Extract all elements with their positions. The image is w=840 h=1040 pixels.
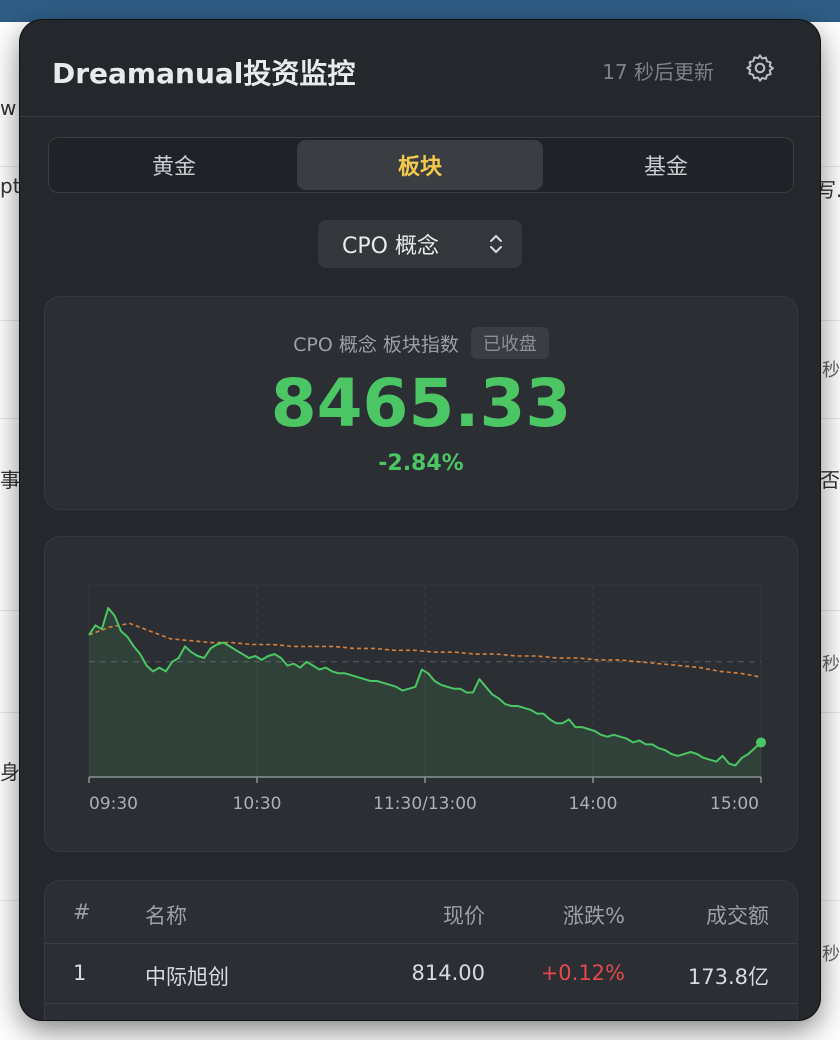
row-turnover: 173.8亿: [687, 965, 769, 989]
row-name: 中际旭创: [145, 965, 229, 989]
bg-text: 秒: [822, 944, 840, 965]
col-header-name[interactable]: 名称: [145, 900, 187, 930]
bg-text: pt: [0, 174, 21, 198]
category-tabs: 黄金 板块 基金: [48, 137, 794, 193]
bg-text: 否: [820, 468, 840, 492]
bg-text: 身: [0, 760, 20, 784]
bg-text: 秒: [822, 360, 840, 381]
col-header-turnover[interactable]: 成交额: [706, 900, 769, 930]
index-summary-card: CPO 概念 板块指数 已收盘 8465.33 -2.84%: [44, 296, 798, 510]
bg-text: 秒: [822, 654, 840, 675]
tab-gold[interactable]: 黄金: [51, 140, 297, 190]
sector-select[interactable]: CPO 概念: [318, 220, 522, 268]
bg-text: 事: [0, 468, 20, 492]
col-header-change[interactable]: 涨跌%: [563, 900, 625, 930]
intraday-chart: 09:30 10:30 11:30/13:00 14:00 15:00: [88, 584, 766, 814]
row-rank: 1: [73, 961, 87, 985]
tab-fund[interactable]: 基金: [543, 140, 789, 190]
market-status-badge: 已收盘: [470, 327, 549, 359]
system-menubar: [0, 0, 840, 22]
row-change: +0.12%: [540, 961, 625, 985]
row-price: 814.00: [411, 961, 485, 985]
gear-icon[interactable]: [744, 52, 776, 84]
x-tick-label: 09:30: [89, 794, 138, 814]
index-change: -2.84%: [378, 451, 464, 476]
sector-select-value: CPO 概念: [342, 234, 439, 259]
app-title: Dreamanual投资监控: [52, 57, 356, 90]
x-tick-label: 14:00: [569, 794, 618, 814]
monitor-popover: Dreamanual投资监控 17 秒后更新 黄金 板块 基金 CPO 概念 C…: [20, 20, 820, 1020]
col-header-rank: #: [73, 900, 91, 924]
last-price-point: [756, 737, 766, 748]
tab-sector[interactable]: 板块: [297, 140, 543, 190]
refresh-countdown: 17 秒后更新: [602, 60, 714, 84]
constituents-table: # 名称 现价 涨跌% 成交额 1 中际旭创 814.00 +0.12% 173…: [44, 880, 798, 1020]
header: Dreamanual投资监控 17 秒后更新: [20, 20, 820, 117]
table-header: # 名称 现价 涨跌% 成交额: [45, 881, 797, 944]
table-row[interactable]: 1 中际旭创 814.00 +0.12% 173.8亿: [45, 943, 797, 1004]
col-header-price[interactable]: 现价: [443, 900, 485, 930]
bg-text: w: [0, 96, 17, 120]
x-tick-label: 11:30/13:00: [373, 794, 477, 814]
index-value: 8465.33: [270, 365, 572, 442]
x-tick-label: 15:00: [710, 794, 759, 814]
chevron-up-down-icon: [490, 235, 502, 253]
x-tick-label: 10:30: [233, 794, 282, 814]
index-label: CPO 概念 板块指数: [293, 333, 459, 356]
intraday-chart-card: 09:30 10:30 11:30/13:00 14:00 15:00: [44, 536, 798, 852]
